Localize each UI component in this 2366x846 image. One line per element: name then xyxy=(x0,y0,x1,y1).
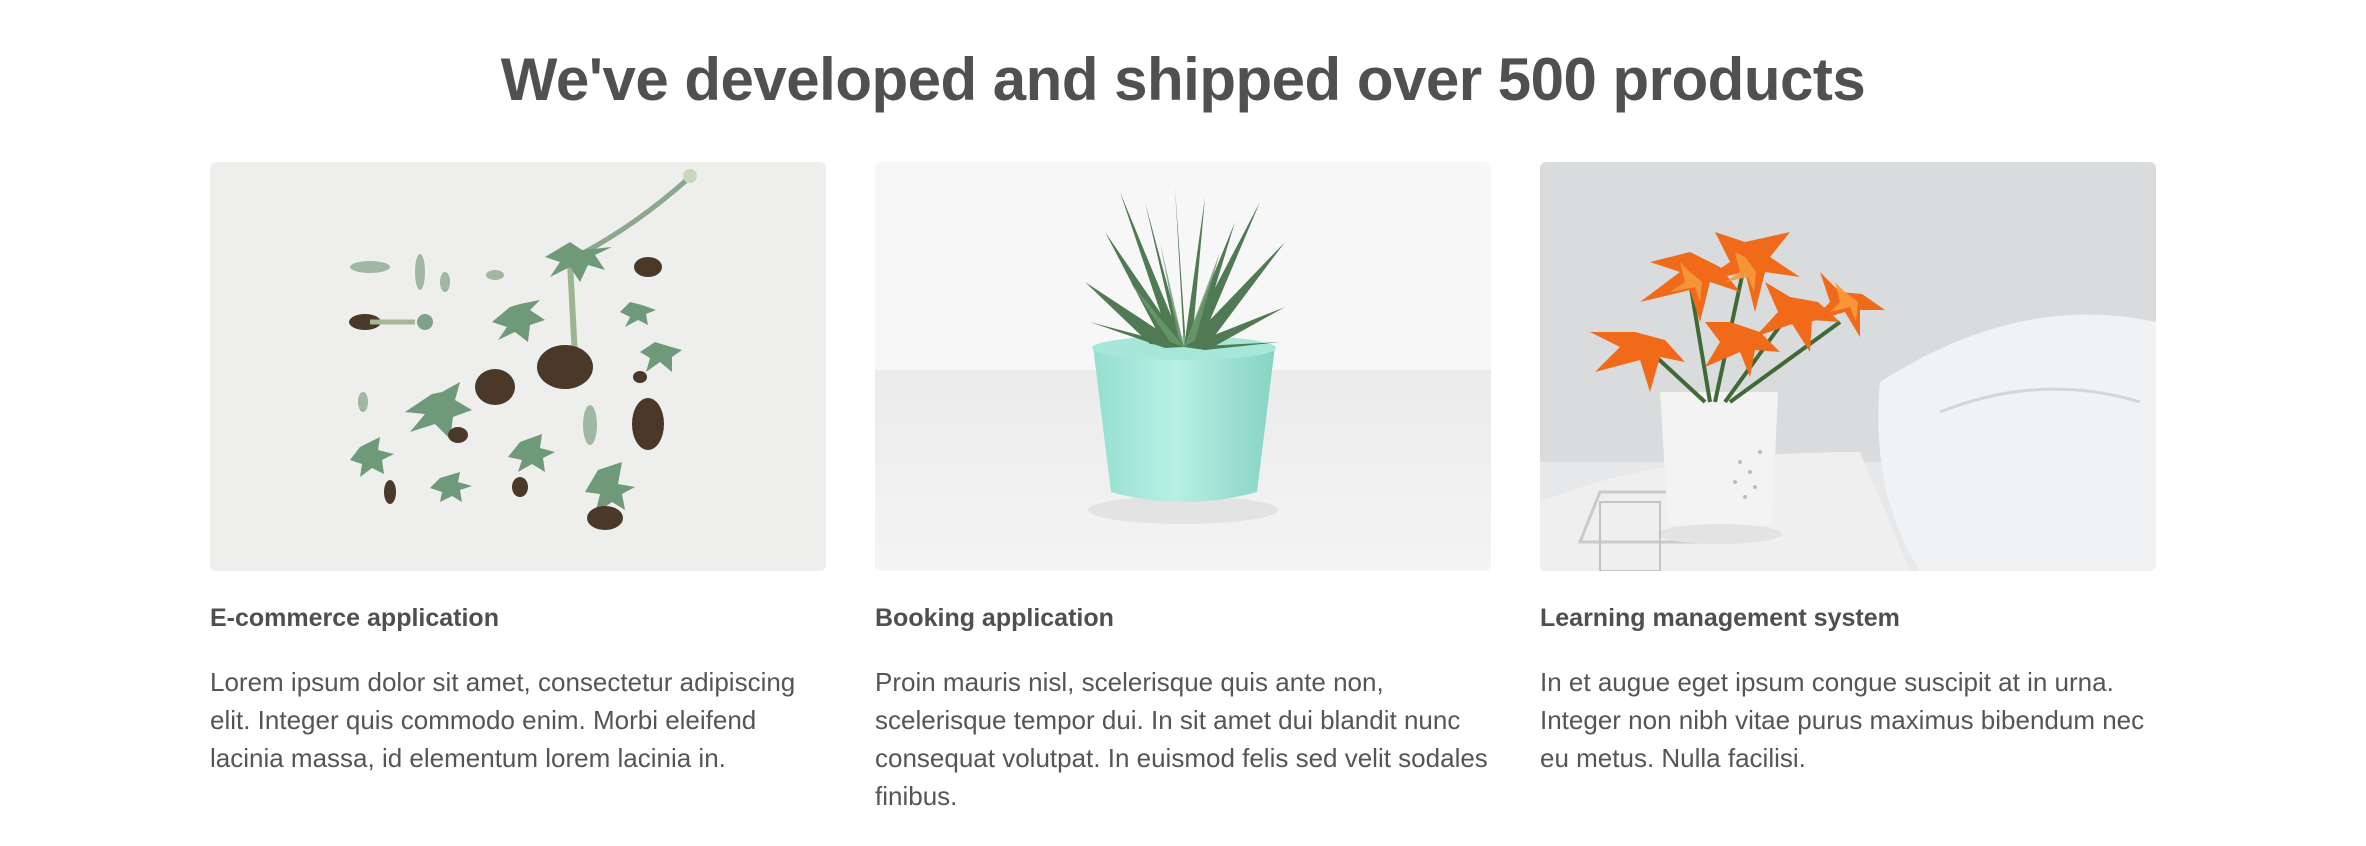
card-description: In et augue eget ipsum congue suscipit a… xyxy=(1540,667,2145,773)
card-description: Lorem ipsum dolor sit amet, consectetur … xyxy=(210,667,796,773)
card-title: Booking application xyxy=(875,604,1114,632)
section-title: We've developed and shipped over 500 pro… xyxy=(500,46,1866,113)
product-card-ecommerce: E-commerce application Lorem ipsum dolor… xyxy=(210,162,826,822)
card-title: E-commerce application xyxy=(210,604,499,632)
product-card-booking: Booking application Proin mauris nisl, s… xyxy=(875,162,1491,822)
orange-lilies-vase-photo xyxy=(1540,162,2156,571)
card-description: Proin mauris nisl, scelerisque quis ante… xyxy=(875,667,1488,811)
product-card-lms: Learning management system In et augue e… xyxy=(1540,162,2156,822)
potted-plant-photo xyxy=(875,162,1491,571)
product-cards: E-commerce application Lorem ipsum dolor… xyxy=(210,162,2156,822)
succulent-cuttings-photo xyxy=(210,162,826,571)
products-section: We've developed and shipped over 500 pro… xyxy=(0,0,2366,846)
card-title: Learning management system xyxy=(1540,604,1900,632)
